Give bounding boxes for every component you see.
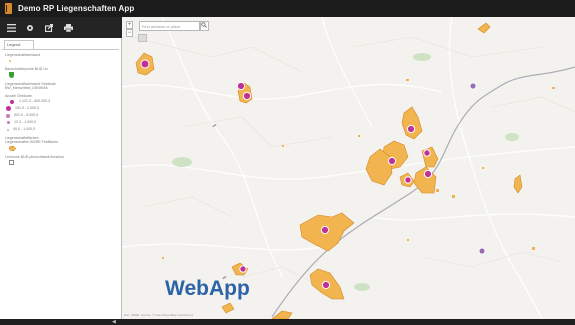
print-icon[interactable] [63,23,73,33]
class-label: 12.3 - 1.000,0 [14,120,37,125]
webapp-watermark: WebApp [165,277,250,300]
legend-item: 40.0 - 1.000,0 [5,126,117,133]
app-logo-icon [5,3,12,14]
legend-item: 151.9 - 2.000,0 [5,105,117,112]
home-button[interactable] [138,34,147,42]
class-label: 001.0 - 5.000,0 [14,113,39,118]
collapse-panel-icon[interactable]: ◀ [112,319,118,325]
toolbar [0,17,122,38]
search-button[interactable] [200,21,209,31]
legend-item [5,72,117,79]
gear-icon[interactable] [25,23,35,33]
zoom-out-button[interactable]: − [126,29,133,37]
tab-legend[interactable]: Legend [4,40,34,49]
legend-item: 001.0 - 5.000,0 [5,112,117,119]
class-circle-icon [7,128,9,131]
legend-layer-subtitle: BW_Merschfeld_DENKMA [5,86,48,91]
map-view[interactable]: Find address or place + − WebApp Esri, H… [122,17,575,319]
basemap [122,17,575,319]
legend-item: 1.121.3 - 500.000,3 [5,98,117,105]
polygon-symbol-icon [9,145,16,151]
class-label: 151.9 - 2.000,0 [15,106,40,111]
class-circle-icon [6,106,11,112]
class-label: 1.121.3 - 500.000,3 [19,99,51,104]
legend-list: Liegenschaftsbestand Bauschuttdeponie BU… [5,50,117,166]
class-label: 40.0 - 1.000,0 [13,127,36,132]
zoom-in-button[interactable]: + [126,21,133,29]
map-attribution: Esri, HERE, Garmin, © OpenStreetMap cont… [124,313,194,317]
class-circle-icon [6,113,10,118]
legend-item [5,57,117,64]
status-strip [0,319,575,325]
empty-square-icon [9,160,14,166]
shield-icon [9,72,14,79]
legend-item [5,145,117,152]
class-circle-icon [7,121,10,125]
legend-item [5,159,117,166]
legend-panel: Legend Liegenschaftsbestand Bauschuttdep… [0,38,122,319]
legend-item: 12.3 - 1.000,0 [5,119,117,126]
app-title: Demo RP Liegenschaften App [18,4,135,13]
menu-icon[interactable] [6,23,16,33]
search-input[interactable]: Find address or place [139,21,200,31]
share-icon[interactable] [44,23,54,33]
point-symbol-icon [9,59,11,62]
class-circle-icon [9,98,15,105]
search-icon [201,22,207,28]
title-bar: Demo RP Liegenschaften App [0,0,575,17]
